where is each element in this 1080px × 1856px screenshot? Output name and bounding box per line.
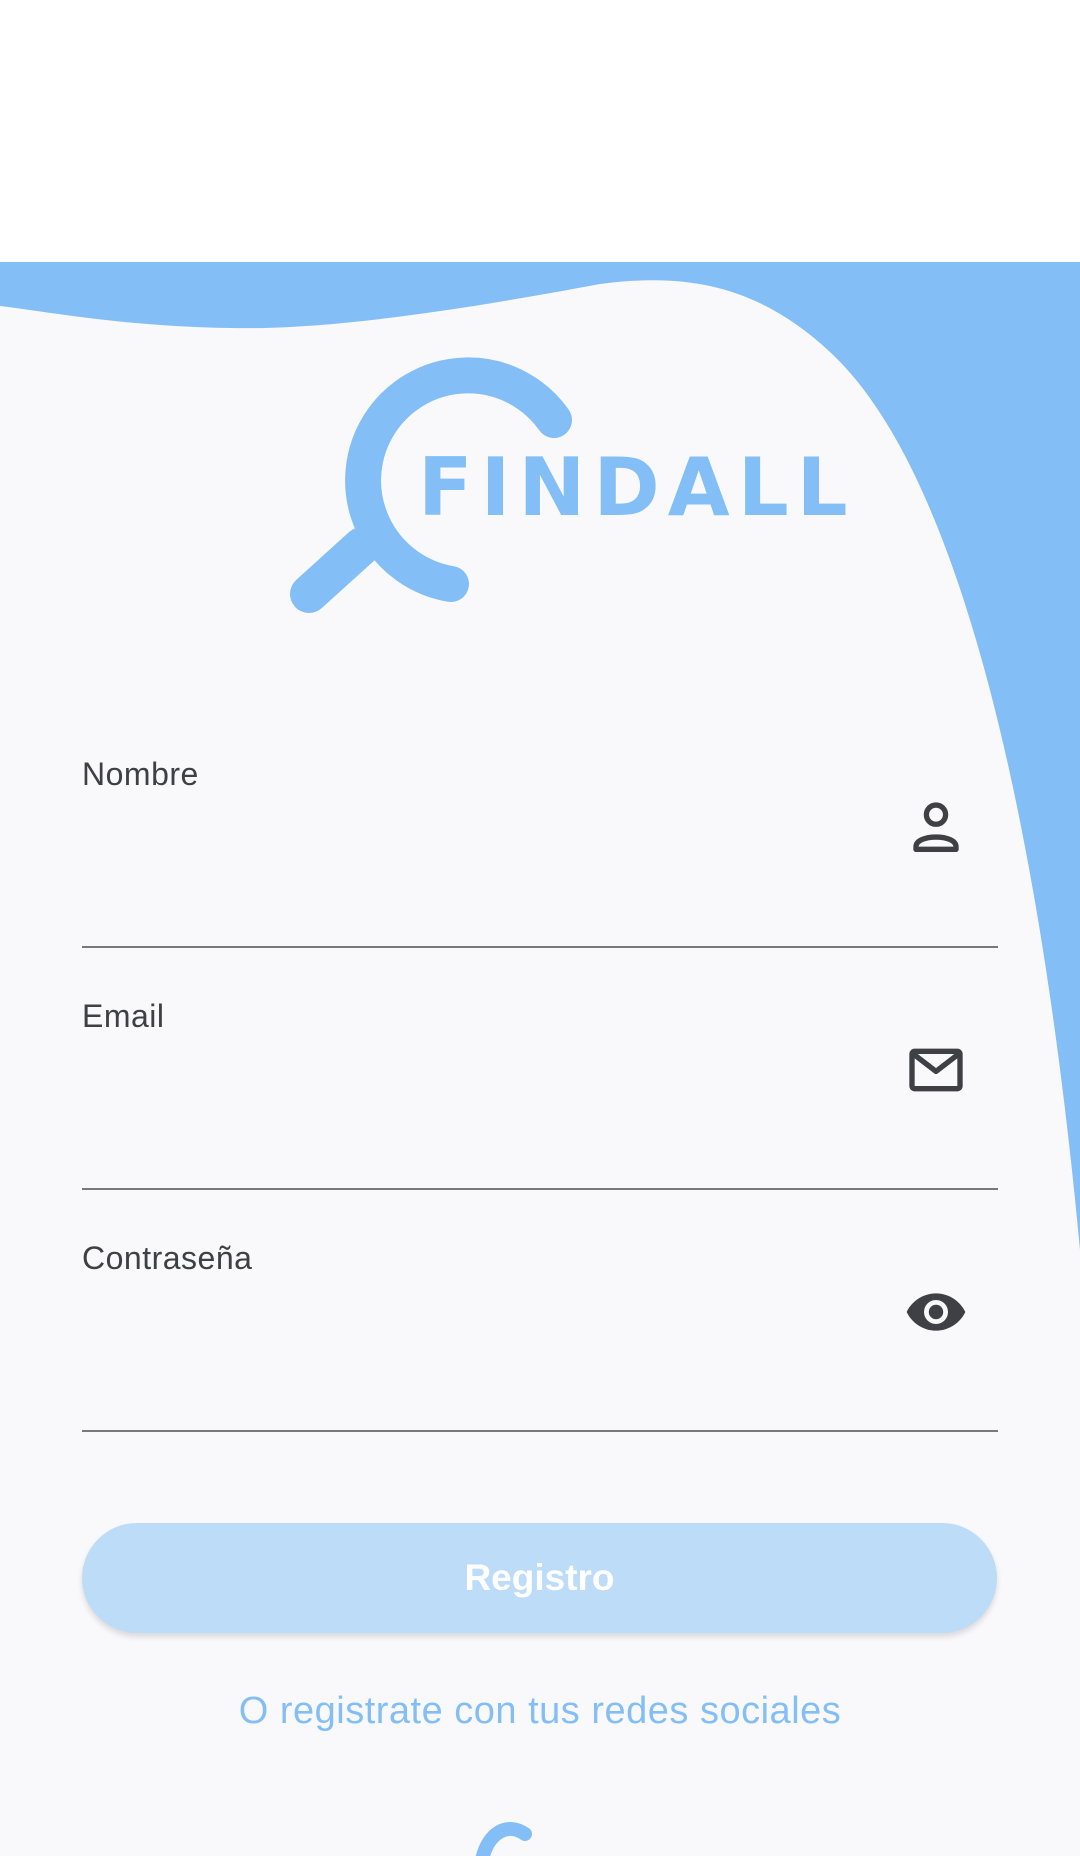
register-screen: FINDALL Nombre Email Contraseña Registro… [0,0,1080,1856]
password-input[interactable] [82,1300,906,1372]
name-label: Nombre [82,756,199,792]
person-icon [913,802,959,852]
password-label: Contraseña [82,1240,253,1276]
register-button[interactable]: Registro [82,1523,997,1633]
eye-icon[interactable] [904,1280,968,1344]
mail-icon [909,1048,963,1092]
brand-name: FINDALL [418,441,856,534]
email-field[interactable]: Email [82,998,998,1190]
email-label: Email [82,998,165,1034]
social-register-prompt: O registrate con tus redes sociales [238,1690,842,1732]
social-icon[interactable] [470,1820,540,1856]
email-input[interactable] [82,1058,906,1130]
password-field[interactable]: Contraseña [82,1240,998,1432]
name-field[interactable]: Nombre [82,756,998,948]
name-input[interactable] [82,816,906,888]
